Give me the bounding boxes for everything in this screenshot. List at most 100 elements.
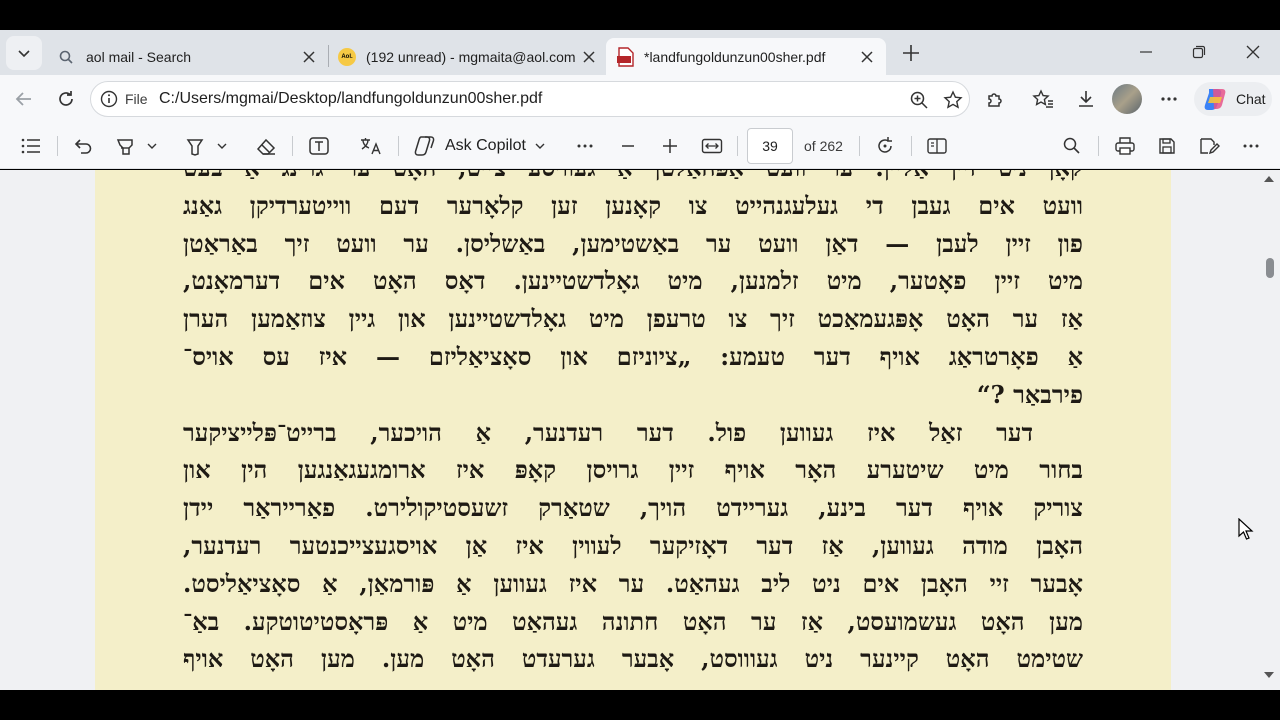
highlight-button[interactable] [110, 133, 162, 159]
page-view-button[interactable] [924, 133, 950, 159]
toolbar-separator [737, 136, 738, 156]
text-line: אָבער זיי האָבן אים ניט ליב געהאַט. ער א… [183, 568, 1083, 598]
chevron-down-icon[interactable] [534, 140, 546, 152]
zoom-button[interactable] [906, 87, 932, 113]
chevron-down-icon[interactable] [146, 140, 158, 152]
scroll-down-arrow-icon[interactable] [1263, 670, 1275, 680]
tab-label: *landfungoldunzun00sher.pdf [644, 48, 826, 65]
text-box-button[interactable] [306, 133, 332, 159]
text-line: בחור מיט שיטערע האָר אויף זיין גרויסן קא… [183, 455, 1083, 485]
close-tab-icon[interactable] [300, 48, 318, 66]
favorites-button[interactable] [1028, 85, 1058, 113]
eraser-icon [256, 138, 276, 155]
contents-button[interactable] [18, 133, 44, 159]
close-window-button[interactable] [1238, 38, 1268, 66]
minimize-button[interactable] [1131, 38, 1161, 66]
pdf-page[interactable]: קאָן ניט זיין אַליין. ער וועט אַפּהאַלטן… [95, 170, 1171, 690]
minus-icon [622, 145, 634, 147]
zoom-out-button[interactable] [615, 133, 641, 159]
pdf-viewer[interactable]: קאָן ניט זיין אַליין. ער וועט אַפּהאַלטן… [0, 170, 1280, 690]
more-horizontal-icon [1243, 144, 1259, 148]
text-line: מיט זיין פאָטער, מיט זלמנען, מיט גאָלדשט… [183, 266, 1083, 296]
file-scheme-label: File [125, 91, 148, 107]
tab-aol-mail-search[interactable]: aol mail - Search [48, 38, 328, 75]
downloads-button[interactable] [1071, 85, 1101, 113]
close-tab-icon[interactable] [580, 48, 598, 66]
more-horizontal-icon [1161, 97, 1177, 101]
settings-more-button[interactable] [1154, 85, 1184, 113]
ask-copilot-label: Ask Copilot [445, 137, 526, 154]
vertical-scrollbar[interactable] [1258, 170, 1280, 690]
tab-label: (192 unread) - mgmaita@aol.com [366, 48, 576, 65]
translate-icon [361, 138, 381, 155]
pdf-toolbar: Ask Copilot 39 of 262 [0, 123, 1280, 169]
aol-logo-icon: Aol. [338, 47, 356, 66]
refresh-icon [59, 91, 73, 106]
save-button[interactable] [1154, 133, 1180, 159]
text-line: האָבן מודה געווען, אַז דער דאָזיקער לעוו… [183, 530, 1083, 560]
tab-strip: aol mail - Search Aol. (192 unread) - mg… [0, 30, 1280, 75]
rotate-button[interactable] [872, 133, 898, 159]
toolbar-separator [1098, 136, 1099, 156]
zoom-in-button[interactable] [657, 133, 683, 159]
tab-actions-menu[interactable] [6, 36, 42, 70]
pdf-file-icon [617, 46, 634, 67]
tab-pdf-document[interactable]: *landfungoldunzun00sher.pdf [606, 38, 886, 75]
toolbar-separator [292, 136, 293, 156]
extensions-button[interactable] [980, 85, 1010, 113]
draw-button[interactable] [180, 133, 232, 159]
address-bar[interactable]: File C:/Users/mgmai/Desktop/landfungoldu… [90, 81, 970, 117]
fit-width-button[interactable] [699, 133, 725, 159]
navigation-bar: File C:/Users/mgmai/Desktop/landfungoldu… [0, 75, 1280, 123]
info-icon[interactable] [99, 89, 119, 109]
screen-bottom-border [0, 690, 1280, 720]
close-icon [1246, 45, 1260, 59]
read-aloud-button[interactable] [358, 133, 384, 159]
profile-avatar[interactable] [1112, 84, 1142, 114]
tab-aol-mail-inbox[interactable]: Aol. (192 unread) - mgmaita@aol.com [328, 38, 608, 75]
fit-to-width-icon [701, 138, 723, 154]
text-line: שטימט האָט קיינער ניט געוווסט, אָבער גער… [183, 644, 1083, 674]
find-button[interactable] [1059, 133, 1085, 159]
more-tools-button[interactable] [572, 133, 598, 159]
puzzle-icon [988, 93, 1002, 107]
minimize-icon [1140, 51, 1152, 53]
refresh-button[interactable] [51, 85, 81, 113]
restore-icon [1192, 45, 1206, 59]
text-line: מען האָט געשמועסט, אַז ער האָט חתונה געה… [183, 606, 1083, 636]
table-of-contents-icon [21, 138, 40, 154]
download-icon [1079, 91, 1093, 107]
restore-button[interactable] [1184, 38, 1214, 66]
text-line: פון זיין לעבן — דאַן וועט ער באַשטימען, … [183, 228, 1083, 258]
undo-button[interactable] [70, 133, 96, 159]
mouse-pointer-icon [1238, 518, 1254, 540]
chevron-down-icon[interactable] [216, 140, 228, 152]
pdf-settings-button[interactable] [1238, 133, 1264, 159]
copilot-chat-button[interactable]: Chat [1194, 82, 1272, 116]
erase-button[interactable] [253, 133, 279, 159]
ask-copilot-button[interactable]: Ask Copilot [413, 133, 555, 159]
favorite-button[interactable] [940, 87, 966, 113]
tab-label: aol mail - Search [86, 48, 192, 65]
favorites-list-icon [1032, 89, 1053, 108]
scrollbar-thumb[interactable] [1266, 258, 1274, 278]
back-arrow-icon [15, 92, 31, 106]
toolbar-separator [911, 136, 912, 156]
undo-icon [74, 139, 92, 154]
more-horizontal-icon [577, 144, 593, 148]
toolbar-separator [398, 136, 399, 156]
back-button[interactable] [9, 85, 39, 113]
close-tab-icon[interactable] [858, 48, 876, 66]
save-as-button[interactable] [1196, 133, 1222, 159]
url-text[interactable]: C:/Users/mgmai/Desktop/landfungoldunzun0… [159, 90, 542, 108]
save-icon [1159, 138, 1175, 154]
page-number-input[interactable]: 39 [747, 128, 793, 164]
new-tab-button[interactable] [896, 40, 926, 66]
save-as-icon [1200, 138, 1220, 155]
text-line: קאָן ניט זיין אַליין. ער וועט אַפּהאַלטן… [183, 170, 1083, 187]
scroll-up-arrow-icon[interactable] [1263, 174, 1275, 184]
print-button[interactable] [1112, 133, 1138, 159]
copilot-logo-icon [1204, 89, 1226, 110]
toolbar-separator [859, 136, 860, 156]
text-line: דער זאַל איז געווען פול. דער רעדנער, אַ … [183, 417, 1033, 447]
